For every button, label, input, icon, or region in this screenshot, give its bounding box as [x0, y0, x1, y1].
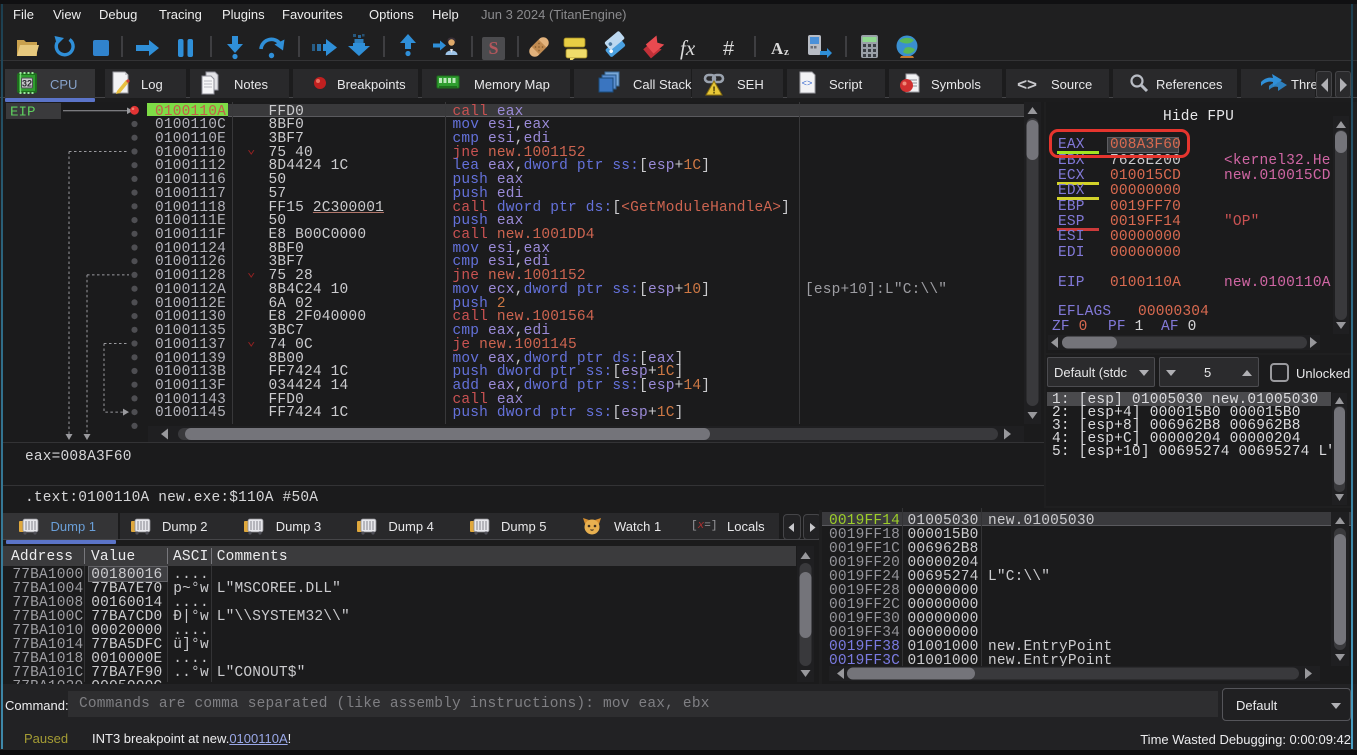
- svg-text:32: 32: [22, 79, 32, 89]
- svg-text:S: S: [488, 38, 498, 58]
- svg-text:fx: fx: [680, 36, 696, 60]
- svg-text:A: A: [771, 39, 784, 58]
- svg-text:<>: <>: [1017, 75, 1037, 94]
- svg-text:EIP: EIP: [10, 105, 36, 121]
- svg-text:!: !: [712, 86, 715, 97]
- svg-text:<>: <>: [802, 79, 813, 89]
- svg-text:#: #: [723, 38, 735, 60]
- svg-text:z: z: [784, 46, 789, 58]
